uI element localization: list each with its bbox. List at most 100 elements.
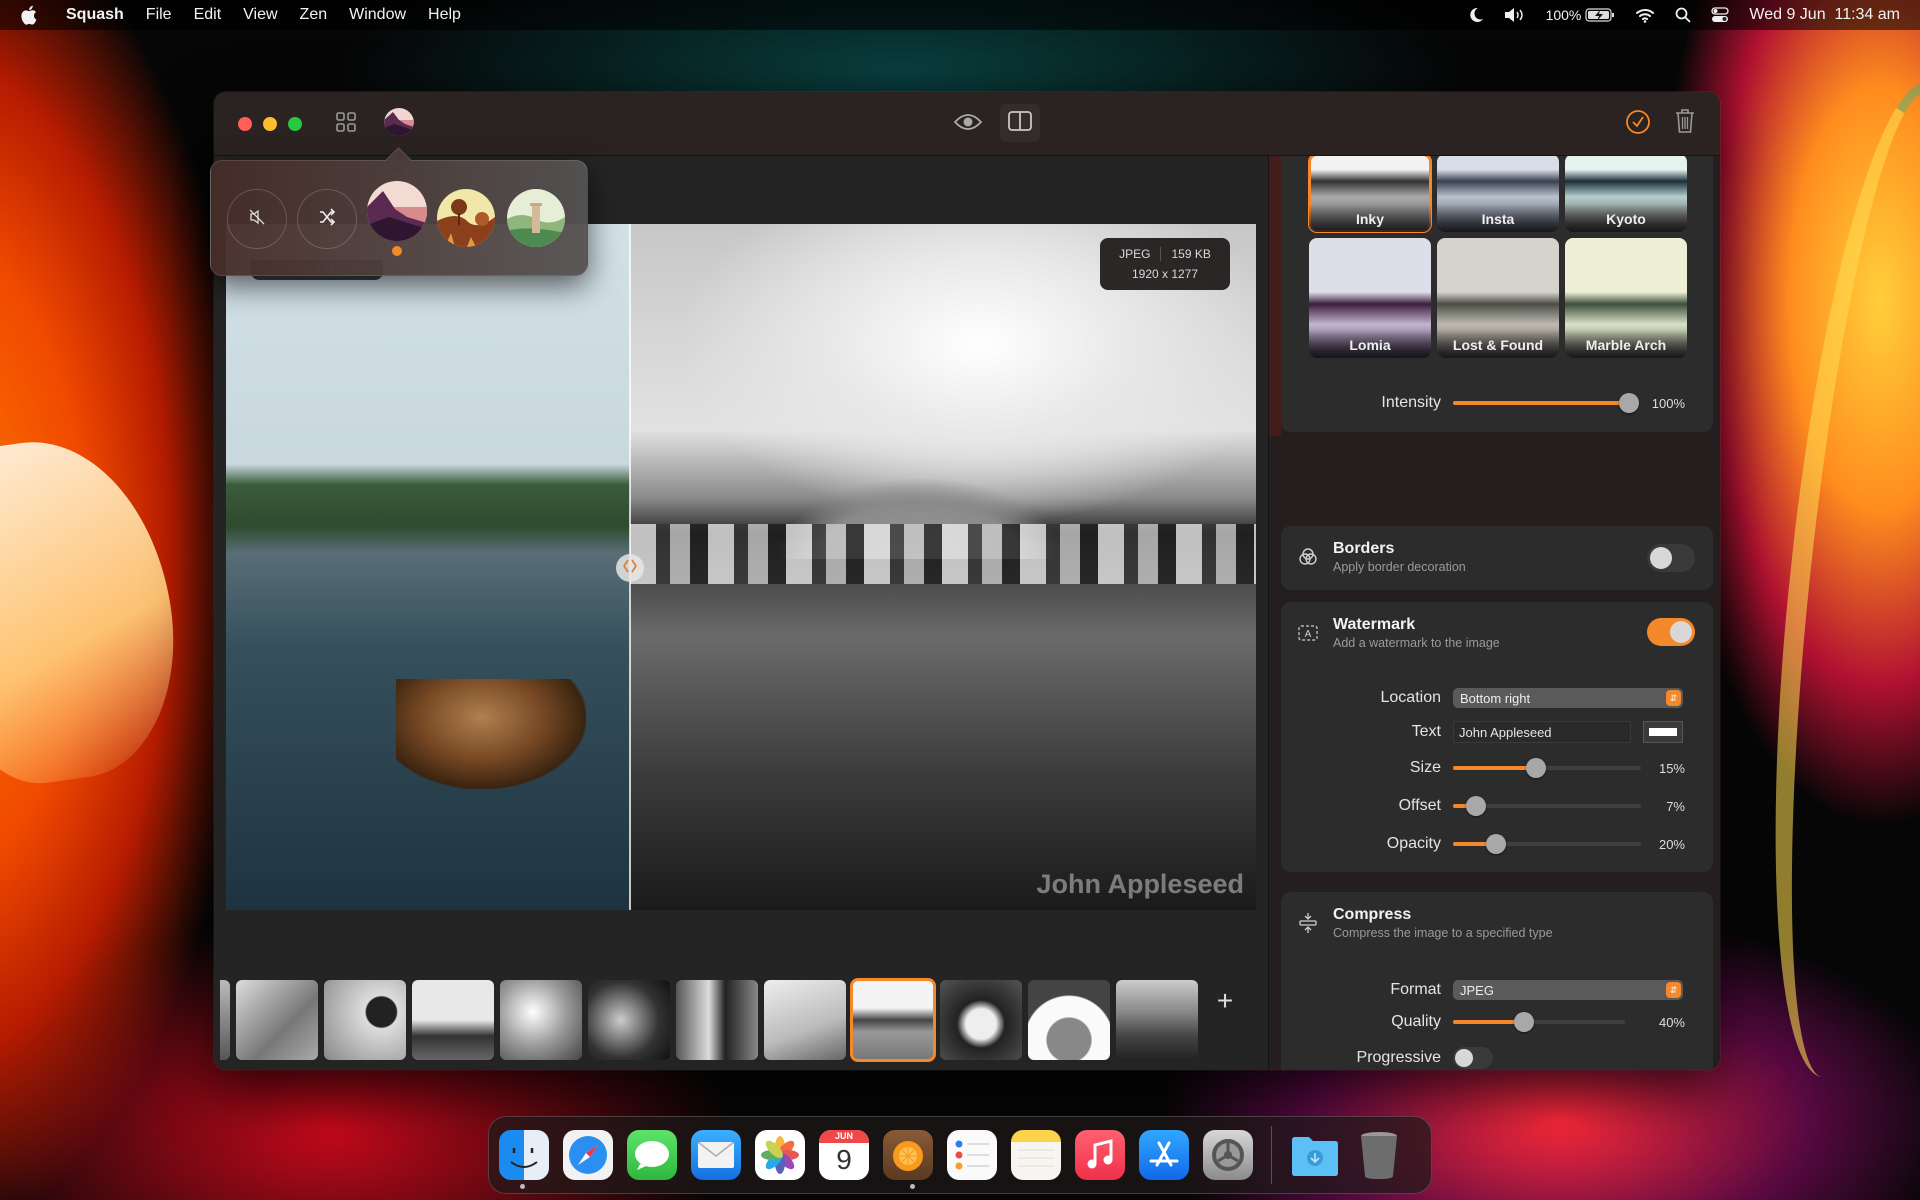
borders-toggle[interactable] [1647, 544, 1695, 572]
dock-messages[interactable] [627, 1130, 677, 1180]
size-value: 15% [1658, 760, 1685, 776]
minimize-window-button[interactable] [263, 117, 277, 131]
calendar-month: JUN [819, 1130, 869, 1143]
film-thumbnail[interactable] [764, 980, 846, 1060]
toggle-knob [1455, 1049, 1473, 1067]
grid-view-button[interactable] [334, 111, 358, 136]
theme-option-mountain[interactable] [367, 181, 427, 241]
canvas-area: JPEG 159 KB 1920 x 1277 John Appleseed 1… [214, 156, 1268, 1070]
search-icon[interactable] [1675, 7, 1692, 23]
boat-shape [396, 679, 586, 789]
film-thumbnail[interactable] [940, 980, 1022, 1060]
dock-squash[interactable] [883, 1130, 933, 1180]
slider-knob[interactable] [1465, 796, 1486, 816]
shuffle-button[interactable] [297, 189, 357, 249]
delete-button[interactable] [1672, 108, 1698, 138]
dock-music[interactable] [1075, 1130, 1125, 1180]
wifi-icon[interactable] [1635, 7, 1655, 23]
menu-help[interactable]: Help [428, 6, 461, 24]
film-thumbnail-selected[interactable] [850, 978, 936, 1062]
slider-knob[interactable] [1525, 758, 1546, 778]
filter-label: Kyoto [1565, 204, 1687, 232]
filter-inky[interactable]: Inky [1308, 156, 1432, 233]
theme-option-tower[interactable] [507, 189, 565, 247]
theme-option-autumn[interactable] [437, 189, 495, 247]
film-thumbnail[interactable] [1028, 980, 1110, 1060]
menu-zen[interactable]: Zen [300, 6, 328, 24]
theme-button[interactable] [384, 108, 414, 138]
dock-mail[interactable] [691, 1130, 741, 1180]
film-thumbnail[interactable] [220, 980, 230, 1060]
slider-knob[interactable] [1513, 1012, 1534, 1032]
quality-label: Quality [1391, 1013, 1441, 1030]
slider-fill [1453, 766, 1536, 770]
control-center-icon[interactable] [1711, 7, 1730, 23]
split-view-button[interactable] [1000, 104, 1040, 142]
image-comparison-view[interactable]: JPEG 159 KB 1920 x 1277 John Appleseed 1… [226, 224, 1256, 910]
slider-knob[interactable] [1619, 393, 1639, 413]
dock-photos[interactable] [755, 1130, 805, 1180]
dock-trash[interactable] [1354, 1130, 1404, 1180]
filter-marble-arch[interactable]: Marble Arch [1565, 238, 1687, 358]
film-thumbnail[interactable] [324, 980, 406, 1060]
dock-safari[interactable] [563, 1130, 613, 1180]
intensity-label: Intensity [1381, 394, 1441, 411]
film-thumbnail[interactable] [588, 980, 670, 1060]
film-thumbnail[interactable] [1116, 980, 1198, 1060]
color-swatch [1649, 728, 1677, 736]
dock-downloads-stack[interactable] [1290, 1130, 1340, 1180]
menu-edit[interactable]: Edit [194, 6, 222, 24]
dock-system-preferences[interactable] [1203, 1130, 1253, 1180]
battery-status[interactable]: 100% [1546, 7, 1616, 23]
speaker-muted-icon [248, 208, 266, 231]
close-window-button[interactable] [238, 117, 252, 131]
dock-reminders[interactable] [947, 1130, 997, 1180]
quality-slider[interactable] [1453, 1012, 1625, 1032]
dock: JUN 9 [488, 1116, 1432, 1194]
svg-text:A: A [1305, 629, 1312, 640]
film-thumbnail[interactable] [236, 980, 318, 1060]
film-thumbnail[interactable] [412, 980, 494, 1060]
menu-app-name[interactable]: Squash [66, 6, 124, 24]
compress-title: Compress [1333, 906, 1412, 923]
watermark-toggle[interactable] [1647, 618, 1695, 646]
filter-insta[interactable]: Insta [1437, 156, 1559, 232]
add-image-button[interactable]: + [1210, 985, 1240, 1016]
fullscreen-window-button[interactable] [288, 117, 302, 131]
done-button[interactable] [1624, 109, 1652, 138]
filmstrip [214, 978, 1268, 1062]
dock-app-store[interactable] [1139, 1130, 1189, 1180]
dock-notes[interactable] [1011, 1130, 1061, 1180]
borders-icon [1297, 546, 1319, 568]
split-handle[interactable] [616, 554, 644, 582]
watermark-title: Watermark [1333, 616, 1416, 633]
filter-lost-found[interactable]: Lost & Found [1437, 238, 1559, 358]
preview-button[interactable] [952, 109, 984, 139]
menu-view[interactable]: View [243, 6, 277, 24]
opacity-slider[interactable] [1453, 834, 1641, 854]
size-slider[interactable] [1453, 758, 1641, 778]
dock-finder[interactable] [499, 1130, 549, 1180]
offset-slider[interactable] [1453, 796, 1641, 816]
format-select[interactable]: JPEG ⇵ [1453, 980, 1683, 1000]
apple-menu-icon[interactable] [20, 5, 38, 25]
slider-knob[interactable] [1486, 834, 1507, 854]
intensity-slider[interactable] [1453, 393, 1639, 413]
volume-icon[interactable] [1504, 7, 1526, 23]
filter-kyoto[interactable]: Kyoto [1565, 156, 1687, 232]
menu-window[interactable]: Window [349, 6, 406, 24]
watermark-text-input[interactable]: John Appleseed [1453, 721, 1631, 743]
menu-file[interactable]: File [146, 6, 172, 24]
dock-calendar[interactable]: JUN 9 [819, 1130, 869, 1180]
progressive-label: Progressive [1356, 1049, 1441, 1066]
filter-lomia[interactable]: Lomia [1309, 238, 1431, 358]
clock[interactable]: Wed 9 Jun 11:34 am [1749, 6, 1900, 24]
location-select[interactable]: Bottom right ⇵ [1453, 688, 1683, 708]
watermark-color-well[interactable] [1643, 721, 1683, 743]
film-thumbnail[interactable] [500, 980, 582, 1060]
progressive-toggle[interactable] [1453, 1047, 1493, 1069]
moon-icon[interactable] [1468, 7, 1484, 23]
mute-button[interactable] [227, 189, 287, 249]
film-thumbnail[interactable] [676, 980, 758, 1060]
text-label: Text [1411, 723, 1441, 740]
